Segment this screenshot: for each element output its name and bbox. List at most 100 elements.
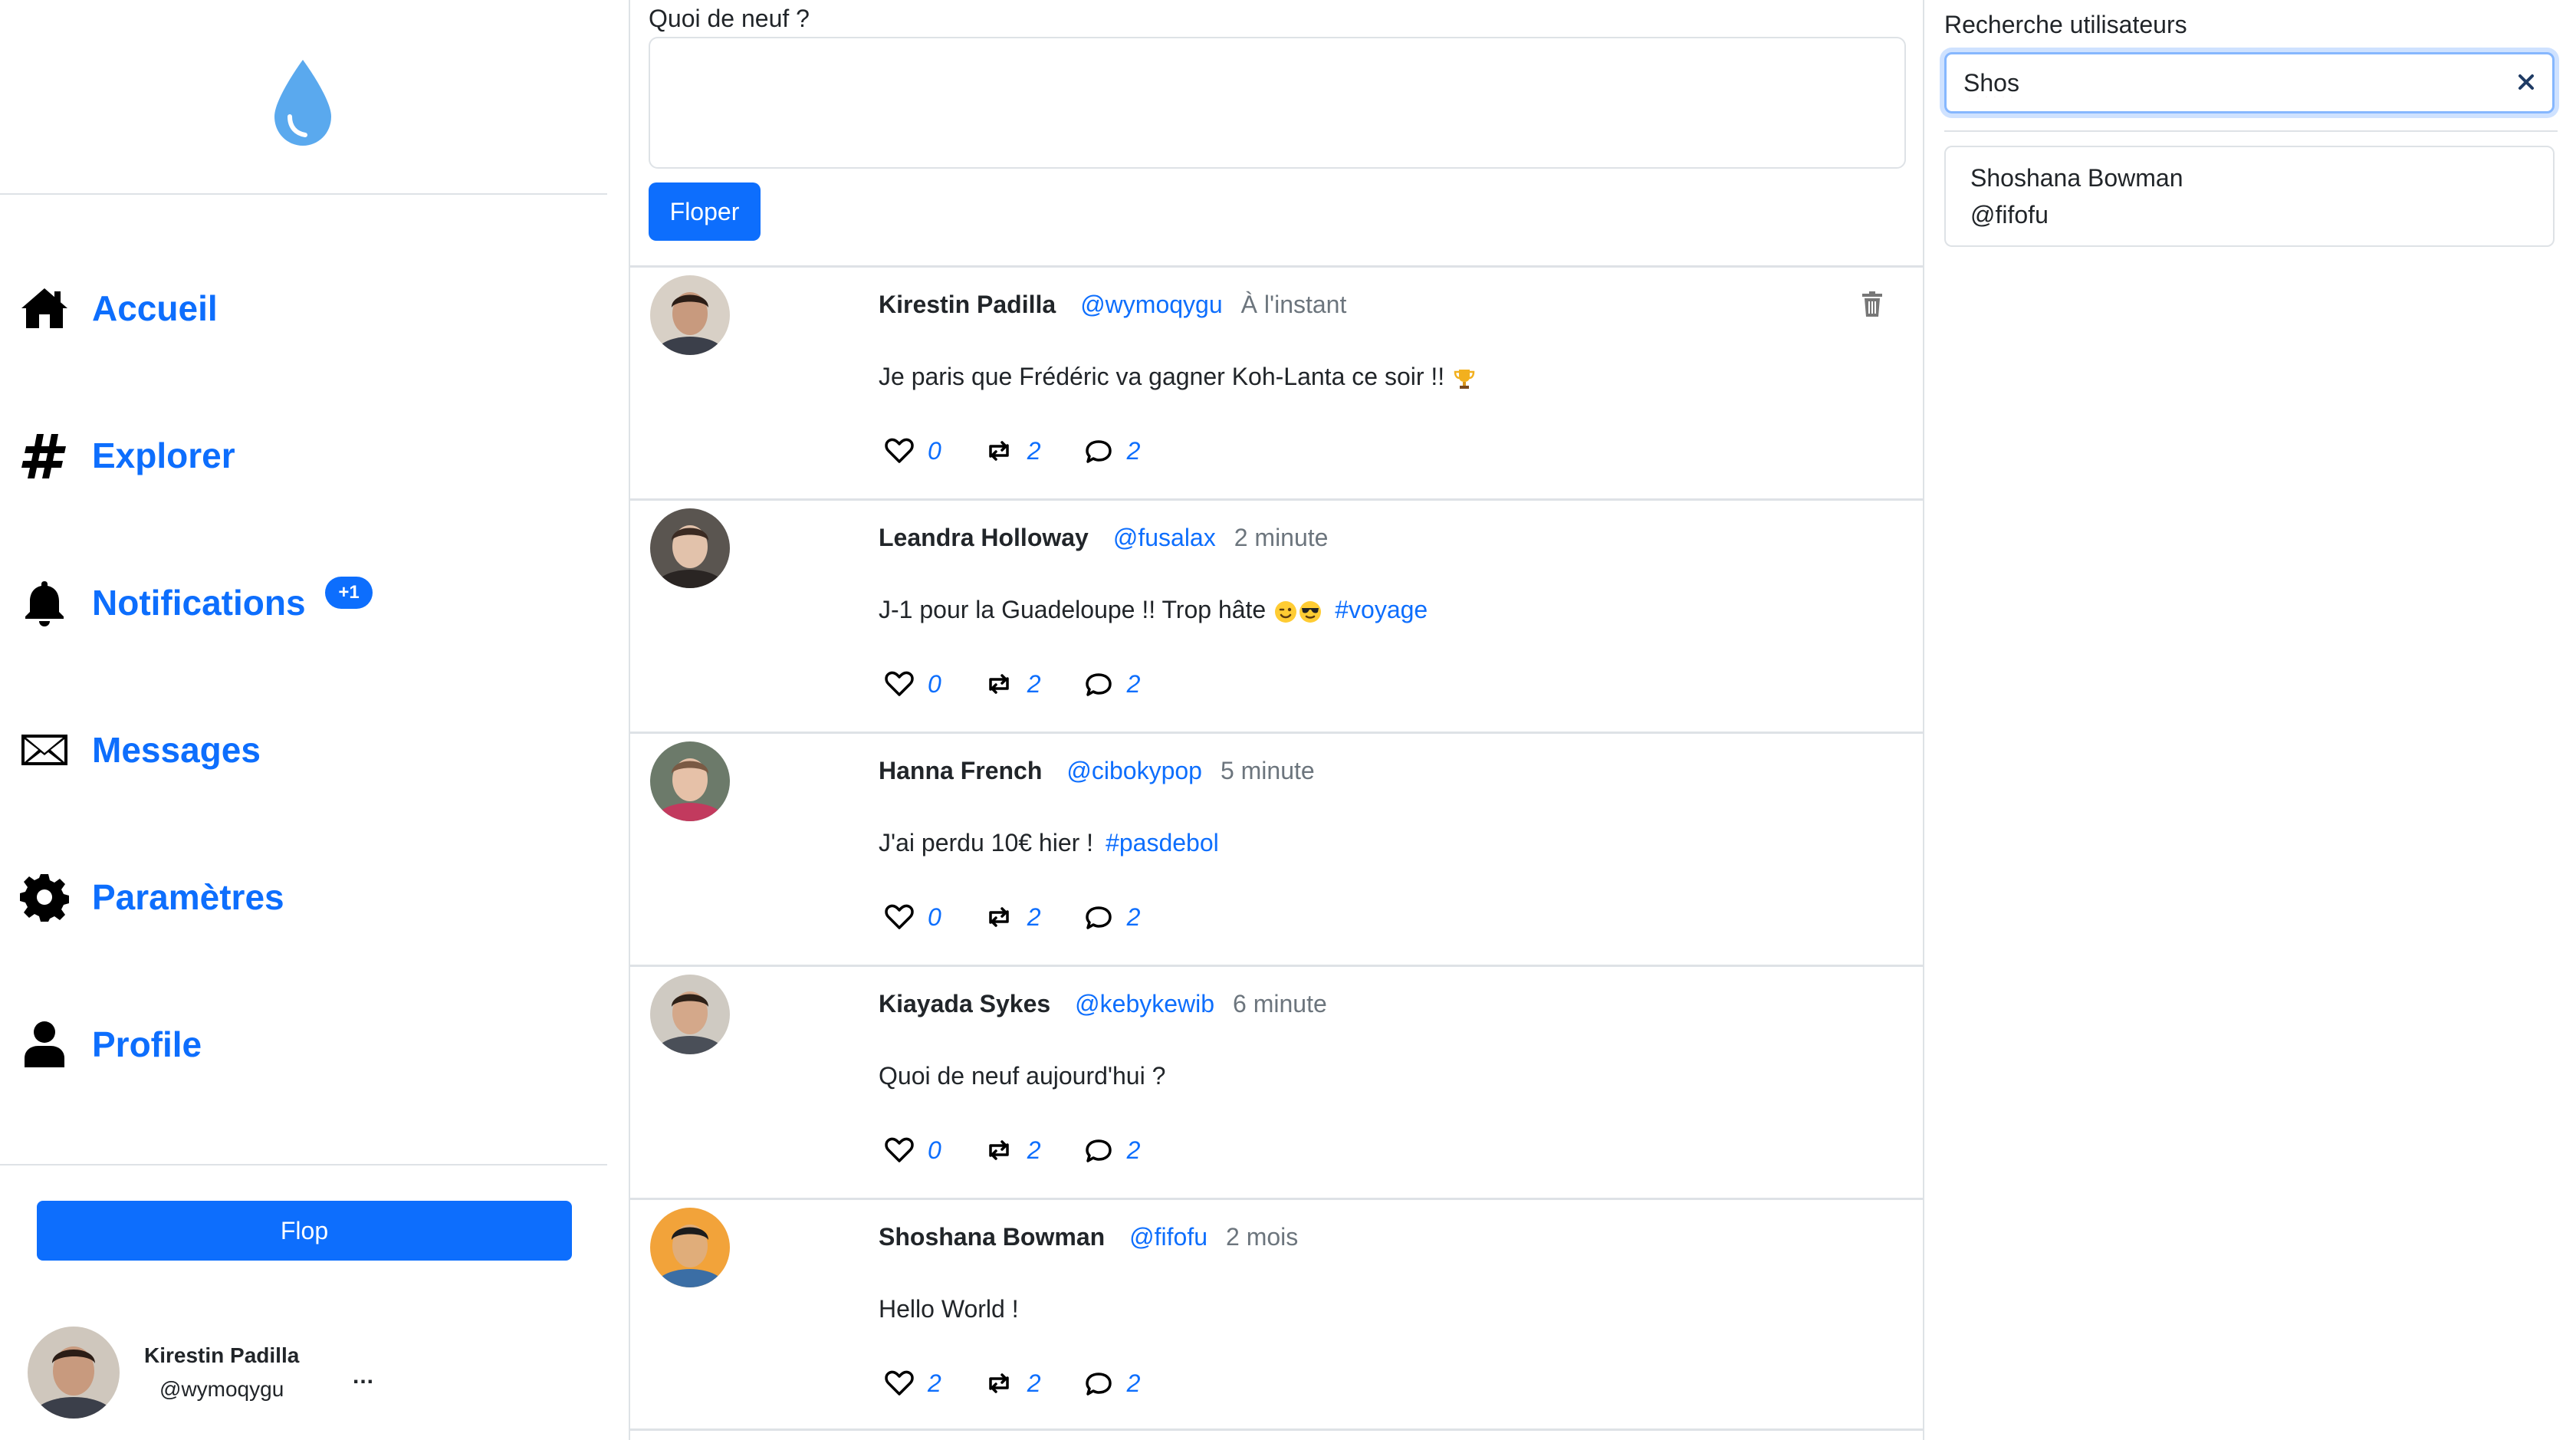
post-actions: 2 2 2	[885, 1369, 1183, 1398]
post-body: Je paris que Frédéric va gagner Koh-Lant…	[879, 363, 1477, 391]
nav-profile-label: Profile	[92, 1024, 202, 1064]
post-author[interactable]: Shoshana Bowman	[879, 1223, 1105, 1251]
post-actions: 0 2 2	[885, 436, 1183, 465]
post-author[interactable]: Kirestin Padilla	[879, 291, 1056, 319]
close-icon[interactable]	[2514, 70, 2538, 94]
post-header: Shoshana Bowman @fifofu 2 mois	[879, 1223, 1298, 1251]
user-menu-button[interactable]: ...	[353, 1363, 374, 1389]
like-button[interactable]: 2	[885, 1369, 941, 1398]
post-body: J-1 pour la Guadeloupe !! Trop hâte #voy…	[879, 596, 1428, 624]
repost-button[interactable]: 2	[984, 1369, 1041, 1398]
post-time: 2 mois	[1226, 1223, 1299, 1251]
comment-button[interactable]: 2	[1084, 669, 1140, 699]
post-header: Kirestin Padilla @wymoqygu À l'instant	[879, 291, 1346, 319]
repost-icon	[989, 674, 1009, 694]
post-time: 2 minute	[1234, 524, 1329, 551]
floper-button[interactable]: Floper	[649, 182, 761, 241]
nav-notifications[interactable]: Notifications	[18, 572, 306, 633]
post-handle[interactable]: @fusalax	[1113, 524, 1216, 552]
post-handle[interactable]: @kebykewib	[1075, 990, 1214, 1018]
repost-button[interactable]: 2	[984, 1136, 1041, 1165]
repost-icon	[989, 1373, 1009, 1393]
repost-button[interactable]: 2	[984, 669, 1041, 699]
notifications-badge: +1	[325, 577, 373, 609]
search-result-item[interactable]: Shoshana Bowman @fifofu	[1944, 146, 2555, 247]
nav-notifications-label: Notifications	[92, 583, 306, 623]
avatar[interactable]	[650, 1208, 730, 1287]
post-hashtag[interactable]: #pasdebol	[1106, 829, 1219, 857]
post: Leandra Holloway @fusalax 2 minute J-1 p…	[630, 498, 1923, 732]
comment-count: 2	[1126, 1136, 1141, 1164]
compose-label: Quoi de neuf ?	[649, 5, 810, 32]
avatar[interactable]	[650, 508, 730, 588]
comment-icon	[1085, 1373, 1112, 1396]
post-handle[interactable]: @cibokypop	[1066, 757, 1202, 785]
avatar[interactable]	[650, 975, 730, 1054]
compose-input[interactable]	[649, 37, 1906, 169]
post-author[interactable]: Kiayada Sykes	[879, 990, 1050, 1018]
comment-icon	[1085, 440, 1112, 463]
post-body: Quoi de neuf aujourd'hui ?	[879, 1062, 1165, 1090]
post-text: J'ai perdu 10€ hier !	[879, 829, 1094, 856]
nav-home-label: Accueil	[92, 288, 218, 328]
nav-profile[interactable]: Profile	[18, 1014, 202, 1075]
post-handle[interactable]: @fifofu	[1129, 1223, 1208, 1251]
post-time: À l'instant	[1240, 291, 1347, 318]
comment-count: 2	[1126, 1369, 1141, 1397]
post-author[interactable]: Leandra Holloway	[879, 524, 1089, 552]
post-list: Kirestin Padilla @wymoqygu À l'instant J…	[630, 265, 1923, 1431]
comment-button[interactable]: 2	[1084, 1369, 1141, 1398]
nav-home[interactable]: Accueil	[18, 278, 218, 339]
post-time: 5 minute	[1220, 757, 1315, 784]
like-button[interactable]: 0	[885, 669, 941, 699]
search-input[interactable]	[1963, 65, 2469, 100]
sunglasses-face-emoji-icon	[1300, 600, 1322, 623]
post-emojis	[1273, 596, 1322, 624]
trash-icon[interactable]	[1860, 291, 1884, 318]
avatar[interactable]	[650, 741, 730, 821]
repost-count: 2	[1027, 669, 1041, 698]
comment-icon	[1085, 906, 1112, 929]
repost-count: 2	[1027, 902, 1041, 931]
current-user-card[interactable]: Kirestin Padilla @wymoqygu	[28, 1327, 580, 1419]
home-icon	[18, 282, 71, 334]
post-hashtag[interactable]: #voyage	[1335, 596, 1428, 624]
heart-icon	[885, 1370, 914, 1396]
nav-settings[interactable]: Paramètres	[18, 866, 284, 928]
water-drop-icon[interactable]	[268, 57, 337, 149]
like-button[interactable]: 0	[885, 436, 941, 465]
post-handle[interactable]: @wymoqygu	[1080, 291, 1222, 319]
post-emojis	[1452, 363, 1477, 391]
post-author[interactable]: Hanna French	[879, 757, 1042, 785]
avatar[interactable]	[650, 275, 730, 355]
like-count: 0	[928, 436, 941, 465]
bell-icon	[18, 577, 71, 629]
like-count: 0	[928, 902, 941, 931]
nav-messages[interactable]: Messages	[18, 719, 261, 781]
like-button[interactable]: 0	[885, 1136, 941, 1165]
post-actions: 0 2 2	[885, 669, 1183, 699]
post-header: Leandra Holloway @fusalax 2 minute	[879, 524, 1328, 552]
repost-button[interactable]: 2	[984, 902, 1041, 932]
comment-button[interactable]: 2	[1084, 436, 1140, 465]
nav-explore[interactable]: Explorer	[18, 425, 235, 486]
post-time: 6 minute	[1233, 990, 1327, 1018]
post: Kiayada Sykes @kebykewib 6 minute Quoi d…	[630, 965, 1923, 1198]
comment-button[interactable]: 2	[1084, 1136, 1141, 1165]
nav-explore-label: Explorer	[92, 436, 235, 475]
flop-button[interactable]: Flop	[37, 1201, 572, 1261]
post-body: J'ai perdu 10€ hier ! #pasdebol	[879, 829, 1219, 857]
winking-face-emoji-icon	[1275, 600, 1297, 623]
person-icon	[18, 1018, 71, 1070]
post-actions: 0 2 2	[885, 1136, 1183, 1165]
gear-icon	[18, 871, 71, 923]
like-button[interactable]: 0	[885, 902, 941, 932]
main-feed-column: Quoi de neuf ? Floper Kirestin Padilla @…	[629, 0, 1924, 1440]
like-count: 0	[928, 669, 941, 698]
repost-button[interactable]: 2	[984, 436, 1041, 465]
comment-button[interactable]: 2	[1084, 902, 1140, 932]
hashtag-icon	[18, 429, 71, 482]
user-search-panel: Recherche utilisateurs Shoshana Bowman @…	[1944, 0, 2558, 1440]
heart-icon	[885, 1137, 914, 1162]
like-count: 0	[928, 1136, 941, 1164]
